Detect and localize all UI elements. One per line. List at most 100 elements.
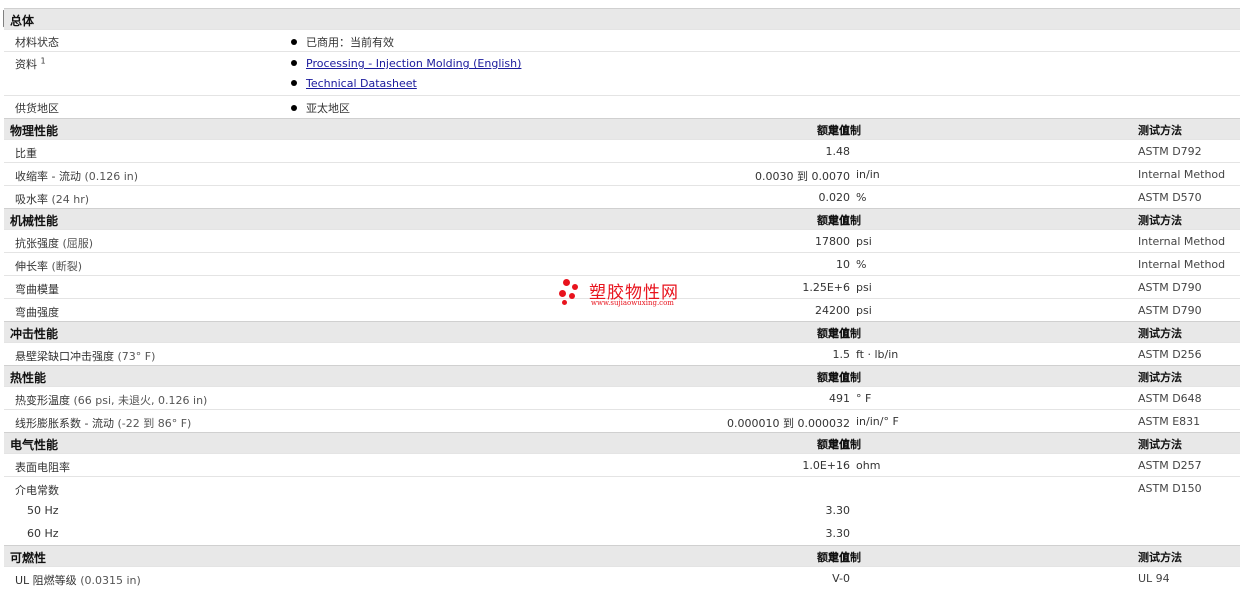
property-row: 介电常数 ASTM D150 [4,476,1240,499]
watermark-logo: 塑胶物性网 www.sujiaowuxing.com [559,278,689,312]
property-condition: (24 hr) [51,193,90,206]
property-name: 弯曲模量 [15,283,59,296]
test-method: ASTM D792 [1138,145,1202,158]
general-row-region: 供货地区 亚太地区 [4,95,1240,118]
test-method: Internal Method [1138,235,1226,248]
nominal-value: V-0 [832,572,850,585]
property-name: 比重 [15,147,37,160]
section-header: 可燃性 额定值 单位制 测试方法 [4,545,1240,566]
property-row: 悬壁梁缺口冲击强度 (73° F) 1.5 ft · lb/in ASTM D256 [4,342,1240,365]
bullet-icon [291,39,297,45]
nominal-value: 1.25E+6 [802,281,850,294]
nominal-value: 1.0E+16 [802,459,850,472]
property-name: 悬壁梁缺口冲击强度 [15,350,114,363]
region-value: 亚太地区 [306,102,350,115]
property-label: 弯曲模量 [15,281,59,297]
property-condition: (66 psi, 未退火, 0.126 in) [73,394,208,407]
column-header-test: 测试方法 [1138,327,1182,340]
watermark-url: www.sujiaowuxing.com [591,299,674,307]
property-label: 介电常数 [15,482,59,498]
section-title: 机械性能 [10,214,59,228]
unit-value: psi [856,235,872,248]
property-row: 伸长率 (断裂) 10% Internal Method [4,252,1240,275]
property-condition: (0.0315 in) [80,574,141,587]
property-label: 吸水率 (24 hr) [15,191,89,207]
property-condition: (-22 到 86° F) [117,417,192,430]
column-header-test: 测试方法 [1138,371,1182,384]
property-row: UL 阻燃等级 (0.0315 in) V-0 UL 94 [4,566,1240,589]
bullet-item: Technical Datasheet [291,77,417,90]
bullet-icon [291,105,297,111]
section-header: 热性能 额定值 单位制 测试方法 [4,365,1240,386]
unit-value: psi [856,304,872,317]
property-name: 60 Hz [27,527,59,540]
unit-value: ft · lb/in [856,348,899,361]
nominal-value: 3.30 [825,527,851,540]
unit-value: ° F [856,392,872,405]
test-method: ASTM D570 [1138,191,1202,204]
section-header: 物理性能 额定值 单位制 测试方法 [4,118,1240,139]
section-title: 总体 [10,14,35,28]
property-label: 线形膨胀系数 - 流动 (-22 到 86° F) [15,415,191,431]
unit-value: psi [856,281,872,294]
logo-dot [569,293,575,299]
column-header-test: 测试方法 [1138,124,1182,137]
property-name: 介电常数 [15,484,59,497]
bullet-item: Processing - Injection Molding (English) [291,57,521,70]
section-title: 冲击性能 [10,327,59,341]
column-header-test: 测试方法 [1138,438,1182,451]
property-row: 抗张强度 (屈服) 17800 psi Internal Method [4,229,1240,252]
test-method: UL 94 [1138,572,1170,585]
property-name: 弯曲强度 [15,306,59,319]
property-row: 50 Hz 3.30 [4,499,1240,522]
property-label: 资料 1 [15,56,46,71]
property-name: 吸水率 [15,193,48,206]
nominal-value: 0.0030 到 0.0070 [755,170,850,183]
section-title: 物理性能 [10,124,59,138]
property-condition: (屈服) [62,237,94,250]
property-label: 悬壁梁缺口冲击强度 (73° F) [15,348,155,364]
property-label: 伸长率 (断裂) [15,258,82,274]
test-method: ASTM D790 [1138,304,1202,317]
nominal-value: 0.020 [818,191,851,204]
property-row: 热变形温度 (66 psi, 未退火, 0.126 in) 491 ° F ASTM … [4,386,1240,409]
logo-dot [559,290,566,297]
general-row-status: 材料状态 已商用：当前有效 [4,29,1240,51]
technical-datasheet-link[interactable]: Technical Datasheet [306,77,417,90]
property-label: 材料状态 [15,36,59,49]
test-method: ASTM D790 [1138,281,1202,294]
property-name: 表面电阻率 [15,461,70,474]
bullet-icon [291,60,297,66]
logo-dot [572,284,578,290]
footnote-marker: 1 [40,56,46,66]
section-header: 电气性能 额定值 单位制 测试方法 [4,432,1240,453]
property-name: 抗张强度 [15,237,59,250]
property-label: 60 Hz [27,527,59,540]
column-header-unit: 单位制 [828,214,861,227]
test-method: ASTM E831 [1138,415,1201,428]
nominal-value: 3.30 [825,504,851,517]
column-header-unit: 单位制 [828,124,861,137]
column-header-unit: 单位制 [828,327,861,340]
nominal-value: 1.5 [832,348,851,361]
property-name: 50 Hz [27,504,59,517]
property-name: 收缩率 - 流动 [15,170,81,183]
property-condition: (断裂) [51,260,83,273]
general-row-documents: 资料 1 Processing - Injection Molding (Eng… [4,51,1240,95]
column-header-unit: 单位制 [828,371,861,384]
bullet-item: 已商用：当前有效 [291,34,394,50]
test-method: Internal Method [1138,258,1226,271]
logo-dot [563,279,570,286]
unit-value: ohm [856,459,881,472]
property-row: 表面电阻率 1.0E+16 ohm ASTM D257 [4,453,1240,476]
bullet-icon [291,80,297,86]
property-label: 表面电阻率 [15,459,70,475]
test-method: ASTM D256 [1138,348,1202,361]
property-name: 线形膨胀系数 - 流动 [15,417,114,430]
column-header-test: 测试方法 [1138,551,1182,564]
column-header-test: 测试方法 [1138,214,1182,227]
logo-dot [562,300,567,305]
property-name: 热变形温度 [15,394,70,407]
processing-document-link[interactable]: Processing - Injection Molding (English) [306,57,521,70]
property-label: 50 Hz [27,504,59,517]
